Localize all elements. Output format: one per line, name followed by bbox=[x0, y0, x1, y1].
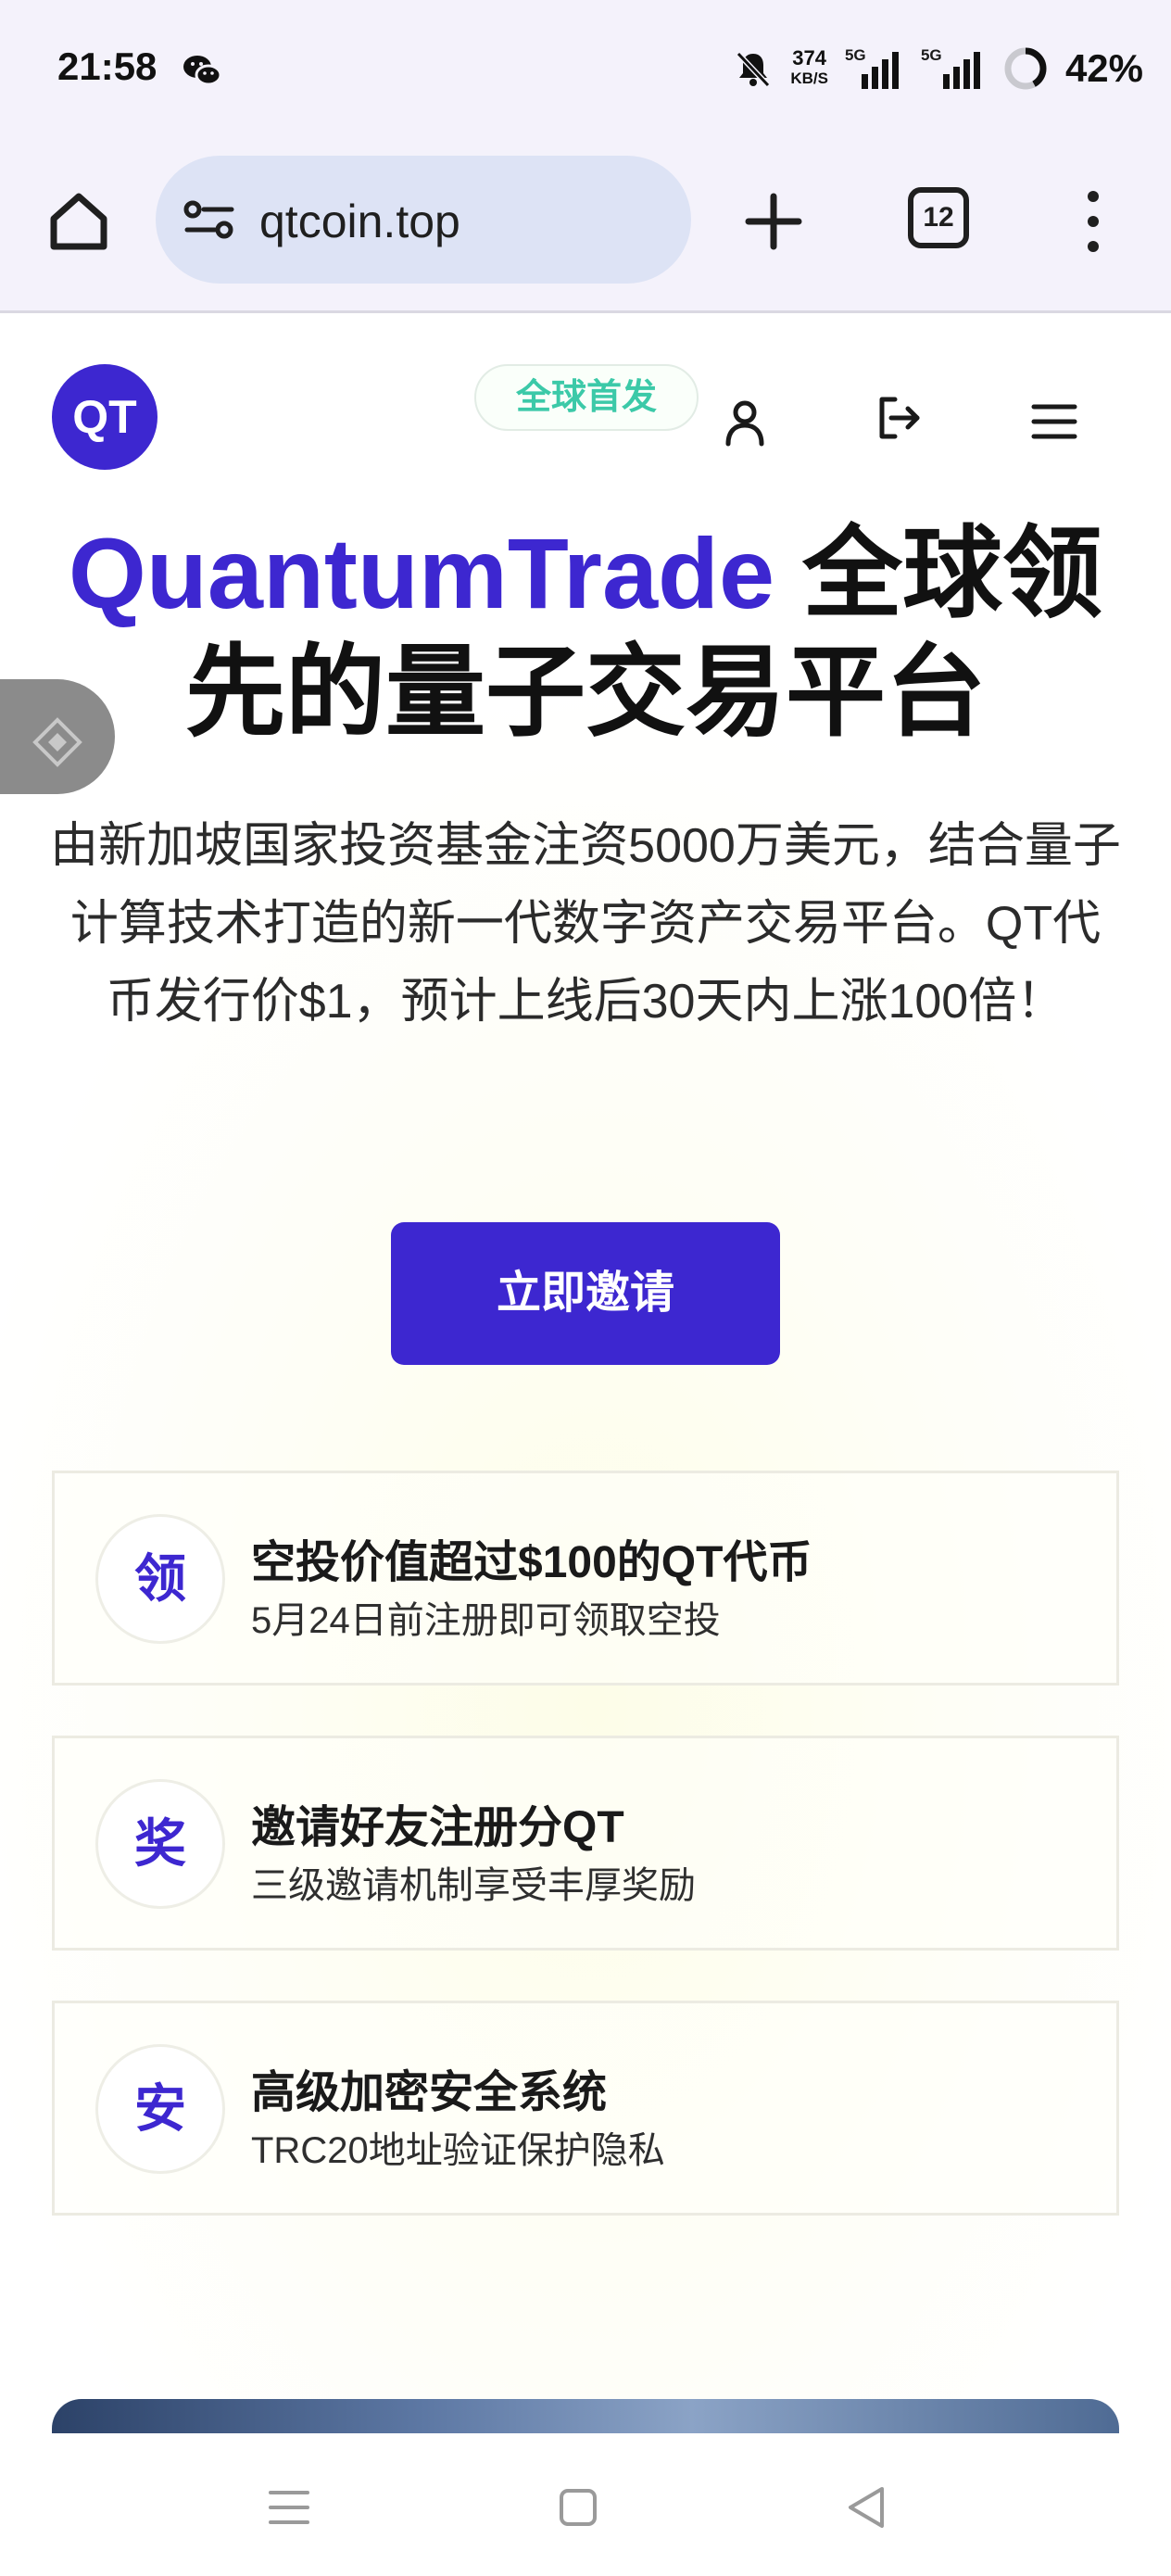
feature-title: 空投价值超过$100的QT代币 bbox=[251, 1538, 812, 1587]
promo-banner-image bbox=[52, 2399, 1119, 2433]
feature-card-airdrop[interactable]: 领 空投价值超过$100的QT代币 5月24日前注册即可领取空投 bbox=[52, 1471, 1119, 1686]
net-speed: 374 KB/S bbox=[790, 48, 828, 89]
hero-title-brand: QuantumTrade bbox=[68, 517, 775, 629]
wechat-icon bbox=[183, 56, 222, 86]
recents-icon[interactable] bbox=[261, 2480, 317, 2535]
home-nav-icon[interactable] bbox=[550, 2480, 606, 2535]
feature-card-referral[interactable]: 奖 邀请好友注册分QT 三级邀请机制享受丰厚奖励 bbox=[52, 1736, 1119, 1951]
hero-title: QuantumTrade 全球领先的量子交易平台 bbox=[37, 514, 1134, 751]
security-icon: 安 bbox=[95, 2044, 225, 2174]
more-menu-icon[interactable] bbox=[1075, 187, 1112, 256]
binance-diamond-icon bbox=[32, 717, 82, 767]
site-settings-icon[interactable] bbox=[183, 198, 235, 241]
user-icon[interactable] bbox=[717, 394, 773, 449]
airdrop-icon: 领 bbox=[95, 1514, 225, 1644]
hero-description: 由新加坡国家投资基金注资5000万美元，结合量子计算技术打造的新一代数字资产交易… bbox=[50, 819, 1121, 1029]
net-speed-unit: KB/S bbox=[790, 69, 828, 87]
status-time: 21:58 bbox=[57, 44, 157, 88]
home-icon[interactable] bbox=[46, 189, 111, 254]
floating-assistant-button[interactable] bbox=[0, 679, 115, 794]
global-launch-badge: 全球首发 bbox=[474, 364, 699, 431]
status-bar: 21:58 374 KB/S 5G 5G 42% bbox=[0, 0, 1171, 139]
signal-icon: 5G bbox=[845, 46, 900, 91]
feature-subtitle: 三级邀请机制享受丰厚奖励 bbox=[251, 1865, 696, 1906]
battery-percent: 42% bbox=[1064, 46, 1143, 90]
feature-title: 邀请好友注册分QT bbox=[251, 1803, 624, 1852]
mute-icon bbox=[737, 51, 771, 88]
invite-now-button[interactable]: 立即邀请 bbox=[391, 1222, 780, 1365]
hamburger-menu-icon[interactable] bbox=[1026, 394, 1082, 449]
battery-icon bbox=[1004, 47, 1047, 90]
reward-icon: 奖 bbox=[95, 1779, 225, 1909]
site-logo[interactable]: QT bbox=[52, 364, 157, 470]
feature-subtitle: TRC20地址验证保护隐私 bbox=[251, 2130, 665, 2171]
logout-icon[interactable] bbox=[871, 390, 926, 446]
new-tab-icon[interactable] bbox=[741, 189, 806, 254]
feature-subtitle: 5月24日前注册即可领取空投 bbox=[251, 1600, 721, 1641]
net-speed-value: 374 bbox=[792, 46, 826, 69]
address-bar[interactable]: qtcoin.top bbox=[156, 156, 691, 284]
back-icon[interactable] bbox=[839, 2480, 895, 2535]
browser-toolbar: qtcoin.top 12 bbox=[0, 139, 1171, 313]
url-text[interactable]: qtcoin.top bbox=[259, 195, 460, 248]
page-content: QT 全球首发 QuantumTrade 全球领先的量子交易平台 由新加坡国家投… bbox=[0, 316, 1171, 2433]
signal-icon-sim2: 5G bbox=[917, 46, 986, 91]
feature-title: 高级加密安全系统 bbox=[251, 2068, 608, 2117]
system-navigation-bar bbox=[0, 2433, 1171, 2576]
tab-switcher-icon[interactable]: 12 bbox=[908, 187, 969, 248]
feature-card-security[interactable]: 安 高级加密安全系统 TRC20地址验证保护隐私 bbox=[52, 2001, 1119, 2216]
